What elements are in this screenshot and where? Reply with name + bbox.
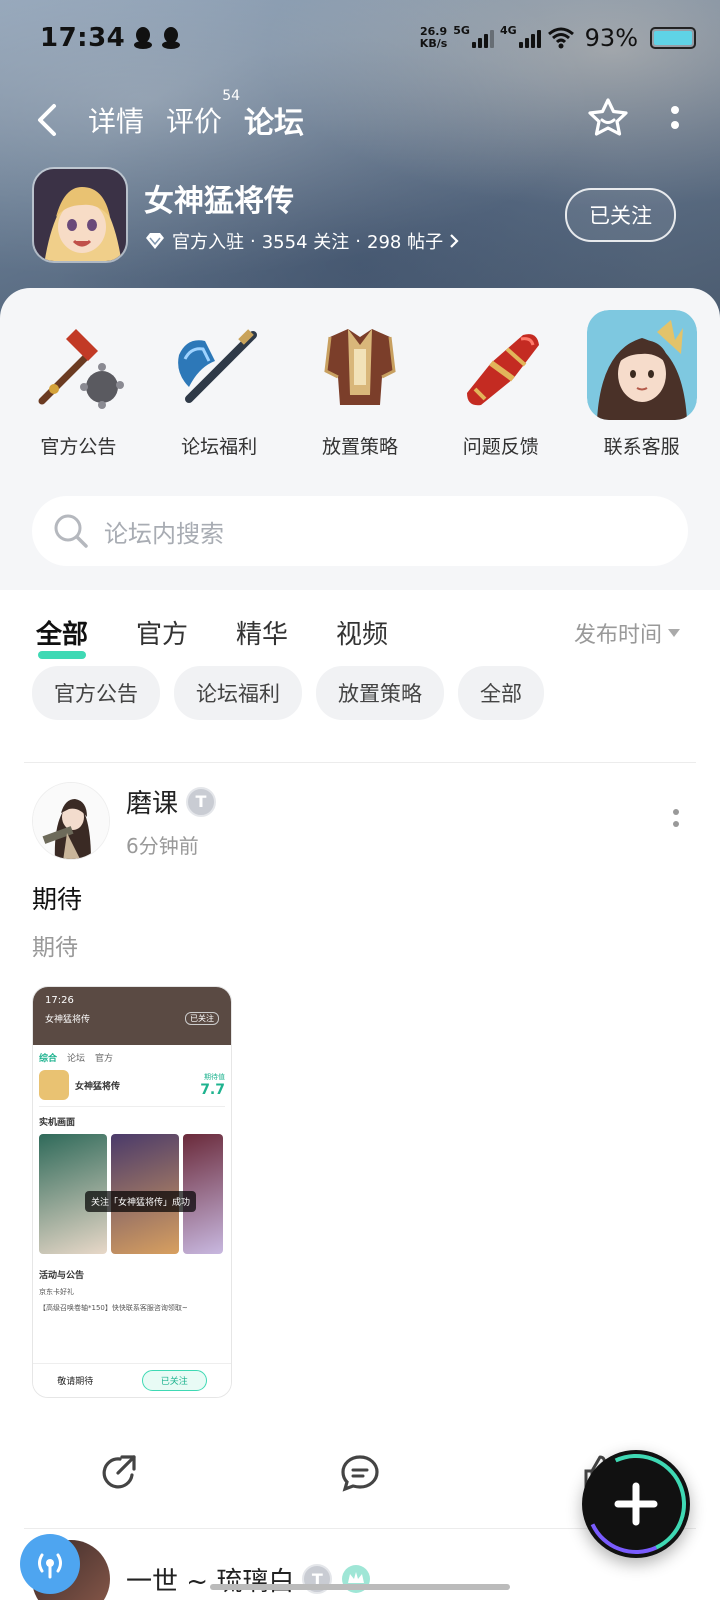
top-nav: 详情 评价 54 论坛 — [36, 88, 680, 148]
level-badge-icon: T — [186, 786, 217, 817]
filter-tab-featured[interactable]: 精华 — [236, 614, 288, 651]
follow-button[interactable]: 已关注 — [565, 188, 676, 242]
post-body: 期待 — [32, 935, 78, 961]
category-shortcuts: 官方公告 论坛福利 放置策略 问题反馈 联系客服 — [0, 310, 720, 459]
home-indicator[interactable] — [210, 1584, 510, 1590]
post-title: 期待 — [32, 885, 83, 914]
post-more-icon[interactable] — [672, 807, 680, 835]
forum-sheet: 官方公告 论坛福利 放置策略 问题反馈 联系客服 论坛内搜索 — [0, 288, 720, 590]
blue-axe-icon — [164, 310, 274, 420]
more-options-icon[interactable] — [670, 103, 680, 137]
avatar[interactable] — [32, 782, 110, 860]
character-avatar — [586, 310, 697, 420]
verified-label: 官方入驻 — [172, 232, 244, 253]
signal-4g-icon — [518, 28, 541, 48]
filter-tab-all[interactable]: 全部 — [36, 614, 88, 659]
signal-5g-icon — [471, 28, 494, 48]
battery-percent: 93% — [584, 24, 638, 52]
author-name[interactable]: 一世 ~ 琉璃白 T — [126, 1561, 372, 1598]
post-header: 磨课 T 6分钟前 — [32, 780, 680, 862]
favorite-star-icon[interactable] — [586, 96, 630, 144]
chip-forum-welfare[interactable]: 论坛福利 — [174, 666, 302, 720]
search-icon — [54, 514, 88, 548]
sort-dropdown[interactable]: 发布时间 — [574, 617, 680, 649]
filter-tabs: 全部 官方 精华 视频 发布时间 — [36, 614, 680, 659]
qq-icon — [162, 27, 181, 49]
net-4g-label: 4G — [499, 23, 517, 37]
author-name[interactable]: 磨课 T — [126, 783, 217, 820]
status-bar: 17:34 26.9 KB/s 5G 4G 93% — [40, 14, 696, 62]
network-speed: 26.9 KB/s — [419, 25, 448, 50]
category-idle-strategy[interactable]: 放置策略 — [295, 310, 425, 459]
net-5g-label: 5G — [453, 23, 470, 37]
followers-count: 3554 关注 — [261, 232, 350, 253]
game-title: 女神猛将传 — [144, 184, 294, 219]
game-icon[interactable] — [32, 167, 128, 263]
qq-icon — [134, 27, 153, 49]
share-button[interactable] — [90, 1453, 150, 1493]
broadcast-icon — [38, 1553, 62, 1579]
battery-icon — [650, 27, 696, 49]
gauntlet-icon — [446, 310, 556, 420]
hammer-icon — [23, 310, 133, 420]
status-indicators: 26.9 KB/s 5G 4G 93% — [420, 24, 696, 52]
filter-tab-video[interactable]: 视频 — [336, 614, 388, 651]
divider — [24, 762, 696, 763]
tab-forum[interactable]: 论坛 — [242, 98, 307, 144]
reviews-count-badge: 54 — [222, 88, 241, 104]
game-header: 女神猛将传 官方入驻 · 3554 关注 · 298 帖子 已关注 — [32, 166, 676, 264]
crown-badge-icon — [342, 1565, 371, 1593]
sub-category-chips: 官方公告 论坛福利 放置策略 全部 — [32, 666, 544, 720]
comment-icon — [341, 1455, 379, 1492]
tab-details[interactable]: 详情 — [88, 100, 144, 140]
chip-idle-strategy[interactable]: 放置策略 — [316, 666, 444, 720]
category-official-notice[interactable]: 官方公告 — [13, 310, 143, 459]
floating-assistant-button[interactable] — [20, 1534, 80, 1594]
search-placeholder: 论坛内搜索 — [104, 519, 224, 548]
filter-tab-official[interactable]: 官方 — [136, 614, 188, 651]
chevron-right-icon — [450, 234, 459, 248]
post-image[interactable]: 17:26 女神猛将传 已关注 综合 论坛 官方 女神猛将传 期待值 7.7 实… — [32, 986, 232, 1398]
game-meta[interactable]: 官方入驻 · 3554 关注 · 298 帖子 — [144, 228, 459, 254]
forum-search-input[interactable]: 论坛内搜索 — [32, 496, 688, 566]
share-icon — [102, 1455, 136, 1489]
armor-icon — [305, 310, 415, 420]
comment-button[interactable] — [330, 1453, 390, 1493]
posts-count: 298 帖子 — [367, 232, 444, 253]
next-post-header[interactable]: 一世 ~ 琉璃白 T — [32, 1540, 680, 1600]
verified-diamond-icon — [146, 233, 164, 249]
category-feedback[interactable]: 问题反馈 — [436, 310, 566, 459]
post-feed: 全部 官方 精华 视频 发布时间 官方公告 论坛福利 放置策略 全部 磨课 T … — [0, 590, 720, 1600]
category-customer-service[interactable]: 联系客服 — [577, 310, 707, 459]
back-arrow-icon[interactable] — [36, 100, 66, 140]
post-time: 6分钟前 — [126, 834, 199, 858]
wifi-icon — [547, 27, 574, 49]
chip-official-notice[interactable]: 官方公告 — [32, 666, 160, 720]
category-forum-welfare[interactable]: 论坛福利 — [154, 310, 284, 459]
caret-down-icon — [668, 628, 680, 637]
chip-all[interactable]: 全部 — [458, 666, 544, 720]
status-time: 17:34 — [40, 23, 126, 53]
create-post-button[interactable] — [582, 1450, 690, 1558]
plus-icon — [614, 1482, 658, 1526]
tab-reviews[interactable]: 评价 54 — [166, 88, 240, 140]
hero-banner: 17:34 26.9 KB/s 5G 4G 93% 详情 评价 54 论坛 女神… — [0, 0, 720, 330]
